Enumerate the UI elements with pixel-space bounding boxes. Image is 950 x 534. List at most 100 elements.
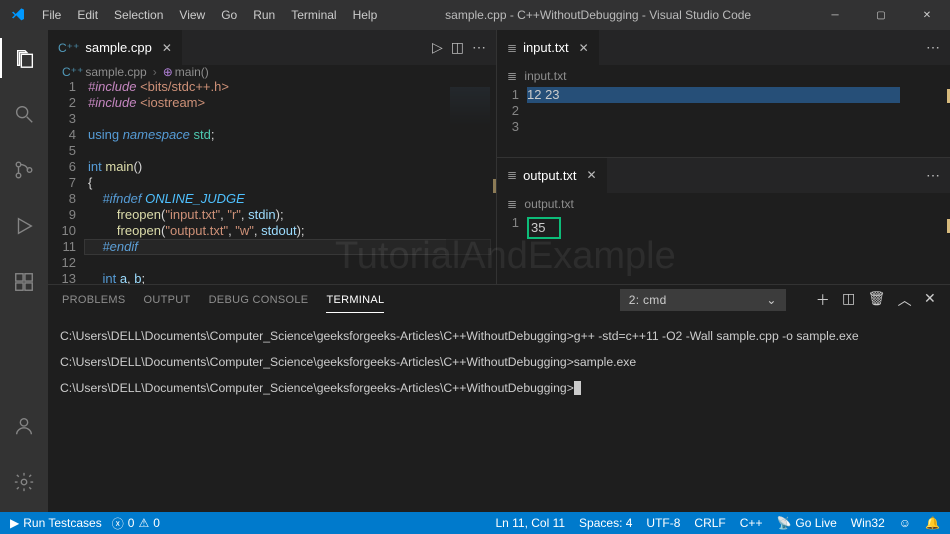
- tab-label: output.txt: [523, 168, 576, 183]
- terminal[interactable]: C:\Users\DELL\Documents\Computer_Science…: [48, 315, 950, 512]
- output-editor: ≣ output.txt ✕ ⋯ ≣ output.txt 1 35: [496, 157, 950, 285]
- encoding[interactable]: UTF-8: [646, 516, 680, 530]
- more-icon[interactable]: ⋯: [926, 39, 940, 56]
- chevron-down-icon: ⌄: [766, 293, 776, 307]
- panel-actions: ＋ ◫ 🗑 ︿ ✕: [816, 290, 936, 310]
- code-lines[interactable]: #include <bits/stdc++.h>#include <iostre…: [88, 79, 496, 287]
- go-live-button[interactable]: 📡 Go Live: [776, 516, 836, 530]
- line-gutter: 12345678910111213: [48, 79, 88, 287]
- account-icon[interactable]: [0, 406, 48, 446]
- editor-group-right: ≣ input.txt ✕ ⋯ ≣ input.txt 123 12 23: [496, 30, 950, 284]
- cpp-file-icon: C⁺⁺: [62, 65, 83, 79]
- line-gutter: 1: [497, 215, 527, 285]
- tab-label: input.txt: [523, 40, 569, 55]
- eol[interactable]: CRLF: [694, 516, 725, 530]
- menu-view[interactable]: View: [172, 4, 212, 26]
- tab-sample-cpp[interactable]: C⁺⁺ sample.cpp ✕: [48, 30, 183, 65]
- tab-row: C⁺⁺ sample.cpp ✕ ▷ ◫ ⋯: [48, 30, 496, 65]
- breadcrumb-file: input.txt: [524, 69, 566, 83]
- bottom-panel: PROBLEMS OUTPUT DEBUG CONSOLE TERMINAL 2: c…: [48, 284, 950, 512]
- split-editor-icon[interactable]: ◫: [451, 39, 464, 56]
- menu-edit[interactable]: Edit: [70, 4, 105, 26]
- minimize-button[interactable]: ─: [812, 0, 858, 30]
- minimap[interactable]: [446, 87, 496, 277]
- breadcrumb-symbol: main(): [175, 65, 209, 79]
- menu-file[interactable]: File: [35, 4, 68, 26]
- run-testcases-button[interactable]: ▶ Run Testcases: [10, 516, 102, 530]
- menu-go[interactable]: Go: [214, 4, 244, 26]
- vscode-logo-icon: [0, 7, 35, 23]
- run-icon[interactable]: ▷: [432, 39, 443, 56]
- menu-selection[interactable]: Selection: [107, 4, 170, 26]
- tab-output-txt[interactable]: ≣ output.txt ✕: [497, 158, 608, 193]
- statusbar: ▶ Run Testcases ⓧ 0 ⚠ 0 Ln 11, Col 11 Sp…: [0, 512, 950, 534]
- panel-tab-problems[interactable]: PROBLEMS: [62, 294, 126, 312]
- panel-tab-output[interactable]: OUTPUT: [144, 294, 191, 312]
- input-editor: ≣ input.txt ✕ ⋯ ≣ input.txt 123 12 23: [496, 30, 950, 157]
- kill-terminal-icon[interactable]: 🗑: [868, 290, 886, 310]
- editor-actions: ⋯: [926, 167, 950, 184]
- panel-tab-terminal[interactable]: TERMINAL: [326, 294, 384, 313]
- more-icon[interactable]: ⋯: [472, 39, 486, 56]
- tab-row: ≣ output.txt ✕ ⋯: [497, 158, 950, 193]
- close-button[interactable]: ✕: [904, 0, 950, 30]
- maximize-panel-icon[interactable]: ︿: [898, 290, 912, 310]
- chevron-right-icon: ›: [153, 65, 157, 79]
- close-panel-icon[interactable]: ✕: [924, 290, 936, 310]
- indentation[interactable]: Spaces: 4: [579, 516, 632, 530]
- breadcrumb-file: sample.cpp: [85, 65, 146, 79]
- editor-actions: ⋯: [926, 39, 950, 56]
- dropdown-label: 2: cmd: [629, 293, 667, 307]
- close-icon[interactable]: ✕: [162, 41, 172, 55]
- run-debug-icon[interactable]: [0, 206, 48, 246]
- feedback-icon[interactable]: ☺: [899, 516, 911, 530]
- close-icon[interactable]: ✕: [587, 168, 597, 182]
- breadcrumb[interactable]: ≣ input.txt: [497, 65, 950, 87]
- code-editor[interactable]: 123 12 23: [497, 87, 950, 157]
- breadcrumb[interactable]: C⁺⁺ sample.cpp › ⊕ main(): [48, 65, 496, 79]
- menu-bar: FileEditSelectionViewGoRunTerminalHelp: [35, 4, 384, 26]
- code-lines[interactable]: 12 23: [527, 87, 950, 157]
- menu-run[interactable]: Run: [246, 4, 282, 26]
- settings-gear-icon[interactable]: [0, 462, 48, 502]
- more-icon[interactable]: ⋯: [926, 167, 940, 184]
- platform[interactable]: Win32: [851, 516, 885, 530]
- breadcrumb-file: output.txt: [524, 197, 573, 211]
- activity-bar: [0, 30, 48, 512]
- source-control-icon[interactable]: [0, 150, 48, 190]
- code-lines[interactable]: 35: [527, 215, 950, 285]
- panel-tab-debug-console[interactable]: DEBUG CONSOLE: [209, 294, 309, 312]
- problems-status[interactable]: ⓧ 0 ⚠ 0: [112, 515, 160, 532]
- extensions-icon[interactable]: [0, 262, 48, 302]
- maximize-button[interactable]: ▢: [858, 0, 904, 30]
- tab-row: ≣ input.txt ✕ ⋯: [497, 30, 950, 65]
- code-editor[interactable]: 1 35: [497, 215, 950, 285]
- editor-actions: ▷ ◫ ⋯: [432, 39, 496, 56]
- new-terminal-icon[interactable]: ＋: [816, 290, 830, 310]
- cursor-position[interactable]: Ln 11, Col 11: [495, 516, 565, 530]
- menu-help[interactable]: Help: [346, 4, 385, 26]
- window-controls: ─ ▢ ✕: [812, 0, 950, 30]
- explorer-icon[interactable]: [0, 38, 48, 78]
- cpp-file-icon: C⁺⁺: [58, 41, 79, 55]
- panel-tabs: PROBLEMS OUTPUT DEBUG CONSOLE TERMINAL 2: c…: [48, 285, 950, 315]
- text-file-icon: ≣: [507, 69, 517, 83]
- text-file-icon: ≣: [507, 197, 517, 211]
- code-editor[interactable]: 12345678910111213 #include <bits/stdc++.…: [48, 79, 496, 287]
- close-icon[interactable]: ✕: [579, 41, 589, 55]
- breadcrumb[interactable]: ≣ output.txt: [497, 193, 950, 215]
- notifications-icon[interactable]: 🔔: [925, 516, 940, 530]
- line-gutter: 123: [497, 87, 527, 157]
- method-icon: ⊕: [163, 65, 173, 79]
- language-mode[interactable]: C++: [740, 516, 763, 530]
- menu-terminal[interactable]: Terminal: [284, 4, 343, 26]
- editor-group-left: C⁺⁺ sample.cpp ✕ ▷ ◫ ⋯ C⁺⁺ sample.cpp › …: [48, 30, 496, 284]
- terminal-select[interactable]: 2: cmd ⌄: [620, 289, 786, 311]
- tab-label: sample.cpp: [85, 40, 151, 55]
- split-terminal-icon[interactable]: ◫: [842, 290, 856, 310]
- text-file-icon: ≣: [507, 41, 517, 55]
- titlebar: FileEditSelectionViewGoRunTerminalHelp s…: [0, 0, 950, 30]
- tab-input-txt[interactable]: ≣ input.txt ✕: [497, 30, 600, 65]
- text-file-icon: ≣: [507, 168, 517, 182]
- search-icon[interactable]: [0, 94, 48, 134]
